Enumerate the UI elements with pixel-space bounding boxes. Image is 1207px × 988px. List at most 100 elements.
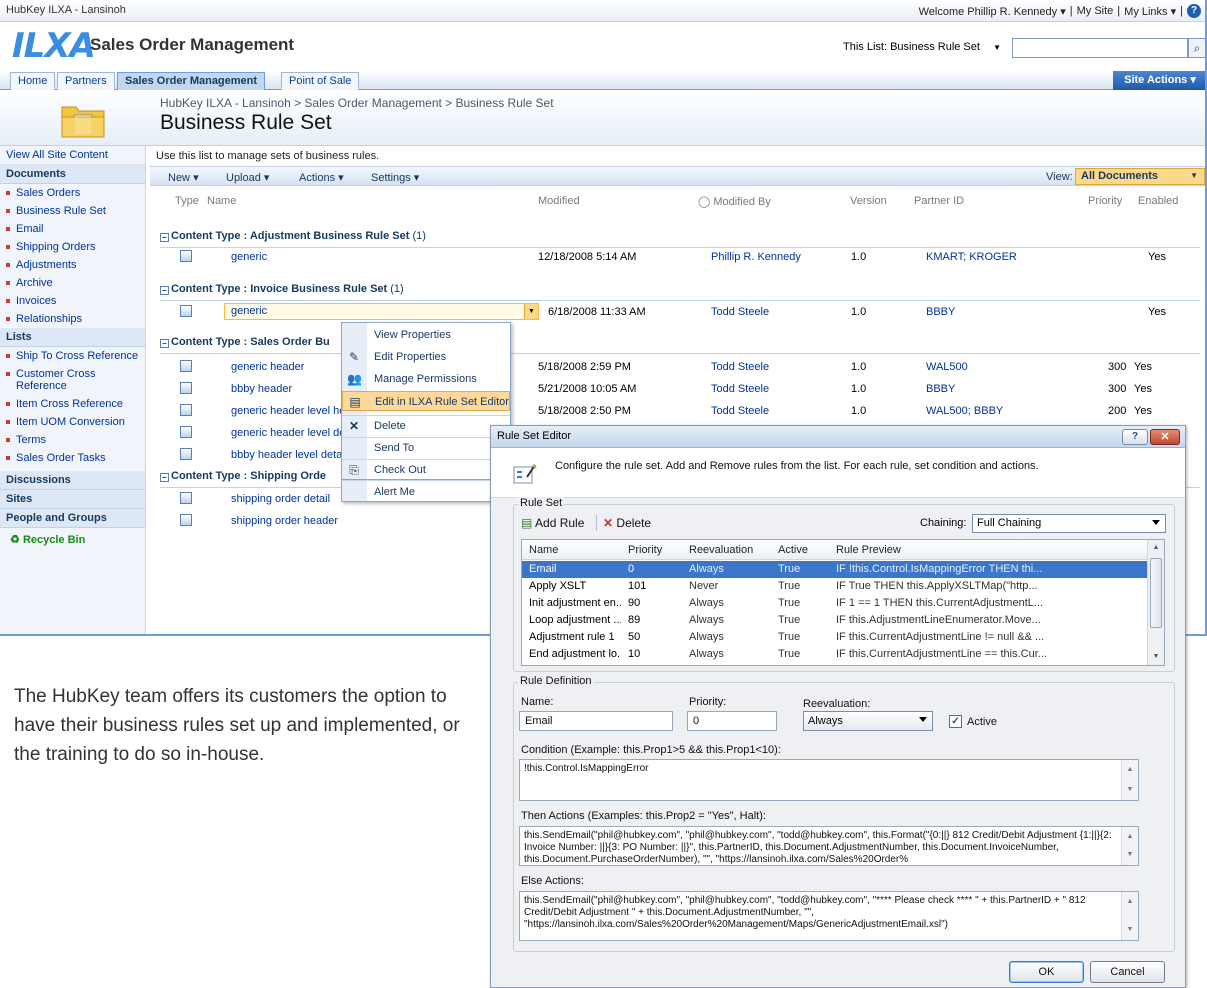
scroll-up-icon[interactable]: ▲: [1122, 831, 1138, 843]
quicklaunch-item[interactable]: Sales Order Tasks: [0, 449, 145, 467]
menu-item-alert-me[interactable]: Alert Me: [341, 480, 511, 502]
quicklaunch-documents-heading[interactable]: Documents: [0, 165, 145, 184]
quicklaunch-item[interactable]: Sales Orders: [0, 184, 145, 202]
collapse-icon[interactable]: −: [160, 233, 169, 242]
tab-partners[interactable]: Partners: [57, 72, 115, 90]
textarea-scrollbar[interactable]: ▲ ▼: [1121, 892, 1138, 940]
doc-name-link[interactable]: generic: [231, 251, 267, 263]
column-header-version[interactable]: Version: [850, 195, 887, 207]
grid-col-reevaluation[interactable]: Reevaluation: [689, 544, 753, 556]
scroll-down-icon[interactable]: ▼: [1122, 849, 1138, 861]
column-header-modified[interactable]: Modified: [538, 195, 580, 207]
partner-id-link[interactable]: WAL500: [926, 361, 968, 373]
delete-rule-button[interactable]: ✕ Delete: [603, 516, 651, 530]
search-icon[interactable]: ⌕: [1188, 38, 1205, 58]
upload-menu[interactable]: Upload ▾: [226, 171, 269, 184]
help-icon[interactable]: ?: [1122, 429, 1148, 445]
chevron-down-icon[interactable]: ▼: [524, 304, 538, 319]
ok-button[interactable]: OK: [1009, 961, 1084, 983]
dialog-title-bar[interactable]: Rule Set Editor: [491, 426, 1185, 448]
column-header-modified-by[interactable]: ◯ Modified By: [698, 195, 771, 208]
condition-textarea[interactable]: !this.Control.IsMappingError ▲ ▼: [519, 759, 1139, 801]
doc-name-link[interactable]: generic: [231, 305, 267, 317]
modified-by-link[interactable]: Phillip R. Kennedy: [711, 251, 801, 263]
textarea-scrollbar[interactable]: ▲ ▼: [1121, 760, 1138, 800]
menu-item-manage-permissions[interactable]: 👥 Manage Permissions: [342, 369, 510, 389]
quicklaunch-item[interactable]: Business Rule Set: [0, 202, 145, 220]
quicklaunch-discussions-heading[interactable]: Discussions: [0, 471, 145, 490]
rule-row[interactable]: Adjustment rule 1 50 Always True IF this…: [522, 629, 1148, 646]
my-site-link[interactable]: My Site: [1077, 5, 1114, 17]
column-header-type[interactable]: Type: [175, 195, 199, 207]
rule-priority-field[interactable]: 0: [687, 711, 777, 731]
then-actions-textarea[interactable]: this.SendEmail("phil@hubkey.com", "phil@…: [519, 826, 1139, 866]
tab-sales-order-management[interactable]: Sales Order Management: [117, 72, 266, 90]
table-row[interactable]: bbby header 5/21/2008 10:05 AM Todd Stee…: [160, 380, 1200, 398]
welcome-menu[interactable]: Welcome Phillip R. Kennedy ▾: [919, 5, 1066, 18]
add-rule-button[interactable]: ▤ Add Rule: [521, 516, 584, 530]
scroll-down-icon[interactable]: ▼: [1122, 784, 1138, 796]
active-checkbox[interactable]: ✓: [949, 715, 962, 728]
rules-grid-scrollbar[interactable]: ▲ ▼: [1147, 540, 1164, 665]
menu-item-check-out[interactable]: ⎘ Check Out: [342, 459, 510, 479]
else-actions-textarea[interactable]: this.SendEmail("phil@hubkey.com", "phil@…: [519, 891, 1139, 941]
rule-row[interactable]: Loop adjustment ... 89 Always True IF th…: [522, 612, 1148, 629]
view-select[interactable]: All Documents ▼: [1075, 168, 1205, 185]
collapse-icon[interactable]: −: [160, 473, 169, 482]
site-title[interactable]: Sales Order Management: [90, 35, 294, 55]
view-all-site-content-link[interactable]: View All Site Content: [0, 146, 145, 165]
help-icon[interactable]: ?: [1187, 4, 1201, 18]
doc-name-link[interactable]: bbby header level detail: [231, 449, 351, 461]
doc-name-link[interactable]: generic header: [231, 361, 304, 373]
scroll-thumb[interactable]: [1150, 558, 1162, 628]
collapse-icon[interactable]: −: [160, 339, 169, 348]
quicklaunch-item[interactable]: Relationships: [0, 310, 145, 328]
quicklaunch-item[interactable]: Invoices: [0, 292, 145, 310]
close-icon[interactable]: ✕: [1150, 429, 1180, 445]
table-row[interactable]: generic header level hea 5/18/2008 2:50 …: [160, 402, 1200, 420]
scroll-up-icon[interactable]: ▲: [1122, 896, 1138, 908]
menu-item-edit-in-rule-set-editor[interactable]: ▤ Edit in ILXA Rule Set Editor: [342, 391, 510, 411]
doc-name-link[interactable]: bbby header: [231, 383, 292, 395]
column-header-priority[interactable]: Priority: [1088, 195, 1122, 207]
doc-name-link[interactable]: shipping order detail: [231, 493, 330, 505]
content-type-group-header[interactable]: − Content Type : Adjustment Business Rule…: [160, 230, 1200, 248]
doc-name-link[interactable]: shipping order header: [231, 515, 338, 527]
quicklaunch-item[interactable]: Customer Cross Reference: [0, 365, 145, 395]
modified-by-link[interactable]: Todd Steele: [711, 361, 769, 373]
my-links-menu[interactable]: My Links ▾: [1124, 5, 1176, 18]
table-row[interactable]: generic ▼ 6/18/2008 11:33 AM Todd Steele…: [160, 303, 1200, 321]
site-name-link[interactable]: HubKey ILXA - Lansinoh: [6, 4, 126, 16]
partner-id-link[interactable]: BBBY: [926, 383, 955, 395]
quicklaunch-item[interactable]: Archive: [0, 274, 145, 292]
scroll-down-icon[interactable]: ▼: [1148, 649, 1164, 665]
grid-col-priority[interactable]: Priority: [628, 544, 662, 556]
tab-point-of-sale[interactable]: Point of Sale: [281, 72, 360, 90]
chaining-select[interactable]: Full Chaining: [972, 514, 1166, 533]
rule-row[interactable]: Apply XSLT 101 Never True IF True THEN t…: [522, 578, 1148, 595]
rule-row[interactable]: End adjustment lo... 10 Always True IF t…: [522, 646, 1148, 663]
menu-item-view-properties[interactable]: View Properties: [342, 325, 510, 345]
partner-id-link[interactable]: BBBY: [926, 306, 955, 318]
rule-row[interactable]: Email 0 Always True IF !this.Control.IsM…: [522, 561, 1148, 578]
column-header-name[interactable]: Name: [207, 195, 236, 207]
rule-name-field[interactable]: Email: [519, 711, 673, 731]
quicklaunch-item[interactable]: Terms: [0, 431, 145, 449]
breadcrumb[interactable]: HubKey ILXA - Lansinoh > Sales Order Man…: [160, 96, 554, 110]
column-header-enabled[interactable]: Enabled: [1138, 195, 1178, 207]
new-menu[interactable]: New ▾: [168, 171, 199, 184]
search-input[interactable]: [1012, 38, 1188, 58]
menu-item-send-to[interactable]: Send To: [342, 437, 510, 457]
scroll-up-icon[interactable]: ▲: [1122, 764, 1138, 776]
grid-col-rule-preview[interactable]: Rule Preview: [836, 544, 901, 556]
quicklaunch-item[interactable]: Item UOM Conversion: [0, 413, 145, 431]
table-row[interactable]: generic 12/18/2008 5:14 AM Phillip R. Ke…: [160, 248, 1200, 266]
site-actions-menu[interactable]: Site Actions ▾: [1113, 71, 1205, 90]
quicklaunch-item[interactable]: Item Cross Reference: [0, 395, 145, 413]
selected-item-box[interactable]: generic ▼: [224, 303, 539, 320]
recycle-bin-link[interactable]: ♻ Recycle Bin: [0, 528, 145, 552]
doc-name-link[interactable]: generic header level hea: [231, 405, 351, 417]
cancel-button[interactable]: Cancel: [1090, 961, 1165, 983]
quicklaunch-item[interactable]: Ship To Cross Reference: [0, 347, 145, 365]
menu-item-edit-properties[interactable]: ✎ Edit Properties: [342, 347, 510, 367]
